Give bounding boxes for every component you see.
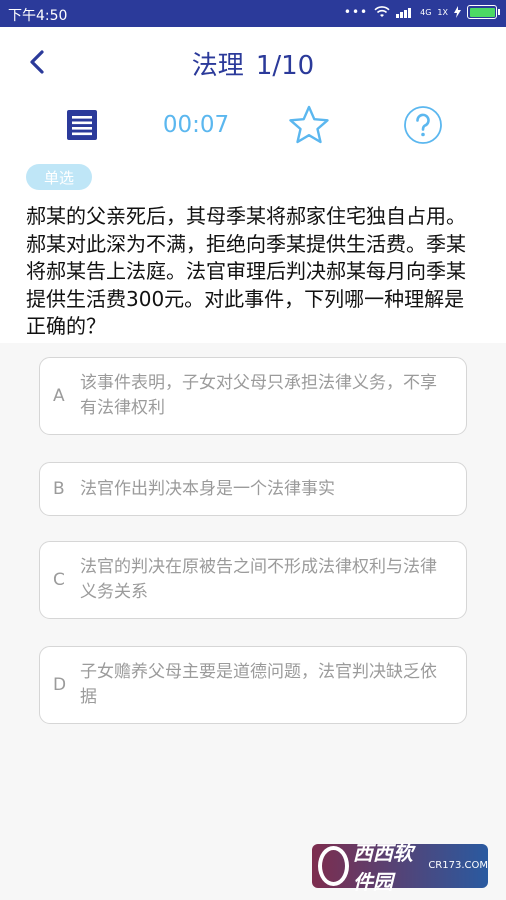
signal-4g-icon [396,8,412,18]
watermark-circle-icon [318,846,349,886]
help-circle-icon [404,106,442,144]
answer-sheet-button[interactable] [62,103,102,147]
signal-1x-label: 1X [437,7,448,17]
progress-label: 1/10 [255,51,315,81]
option-c[interactable]: C 法官的判决在原被告之间不形成法律权利与法律义务关系 [39,541,467,619]
option-text: 法官的判决在原被告之间不形成法律权利与法律义务关系 [80,557,437,602]
watermark-main: 西西软件园 [352,841,413,894]
star-outline-icon [289,105,329,144]
toolbar: 00:07 [0,103,506,147]
question-text: 郝某的父亲死后，其母季某将郝家住宅独自占用。郝某对此深为不满，拒绝向季某提供生活… [26,204,466,338]
wifi-icon [374,6,390,17]
page-title: 法理 1/10 [0,45,506,82]
option-letter: A [53,386,65,406]
timer: 00:07 [162,112,230,138]
status-time: 下午4:50 [8,8,68,24]
battery-icon [467,5,497,19]
signal-4g-label: 4G [420,7,432,17]
question-panel: 法理 1/10 00:07 单选 郝某的父亲死后，其母季某将郝家住宅独自占用。郝… [0,27,506,343]
battery-tip [498,9,500,15]
status-bar: 下午4:50 ••• 4G 1X [0,0,506,27]
watermark-logo: 西西软件园 CR173.COM [312,841,488,894]
question-type-tag: 单选 [26,164,92,190]
subject-label: 法理 [191,51,244,81]
answer-sheet-icon [67,110,97,140]
option-text: 子女赡养父母主要是道德问题，法官判决缺乏依据 [80,662,437,707]
option-b[interactable]: B 法官作出判决本身是一个法律事实 [39,462,467,516]
favorite-button[interactable] [286,103,332,147]
charging-icon [454,6,461,18]
option-letter: B [53,479,65,499]
option-a[interactable]: A 该事件表明，子女对父母只承担法律义务，不享有法律权利 [39,357,467,435]
option-text: 法官作出判决本身是一个法律事实 [80,478,335,499]
option-letter: D [53,675,67,695]
watermark-sub: CR173.COM [428,860,488,871]
option-d[interactable]: D 子女赡养父母主要是道德问题，法官判决缺乏依据 [39,646,467,724]
option-letter: C [53,570,65,590]
help-button[interactable] [400,103,446,147]
option-text: 该事件表明，子女对父母只承担法律义务，不享有法律权利 [80,373,437,418]
status-icons: ••• 4G 1X [344,5,500,19]
more-dots-icon: ••• [343,5,369,19]
